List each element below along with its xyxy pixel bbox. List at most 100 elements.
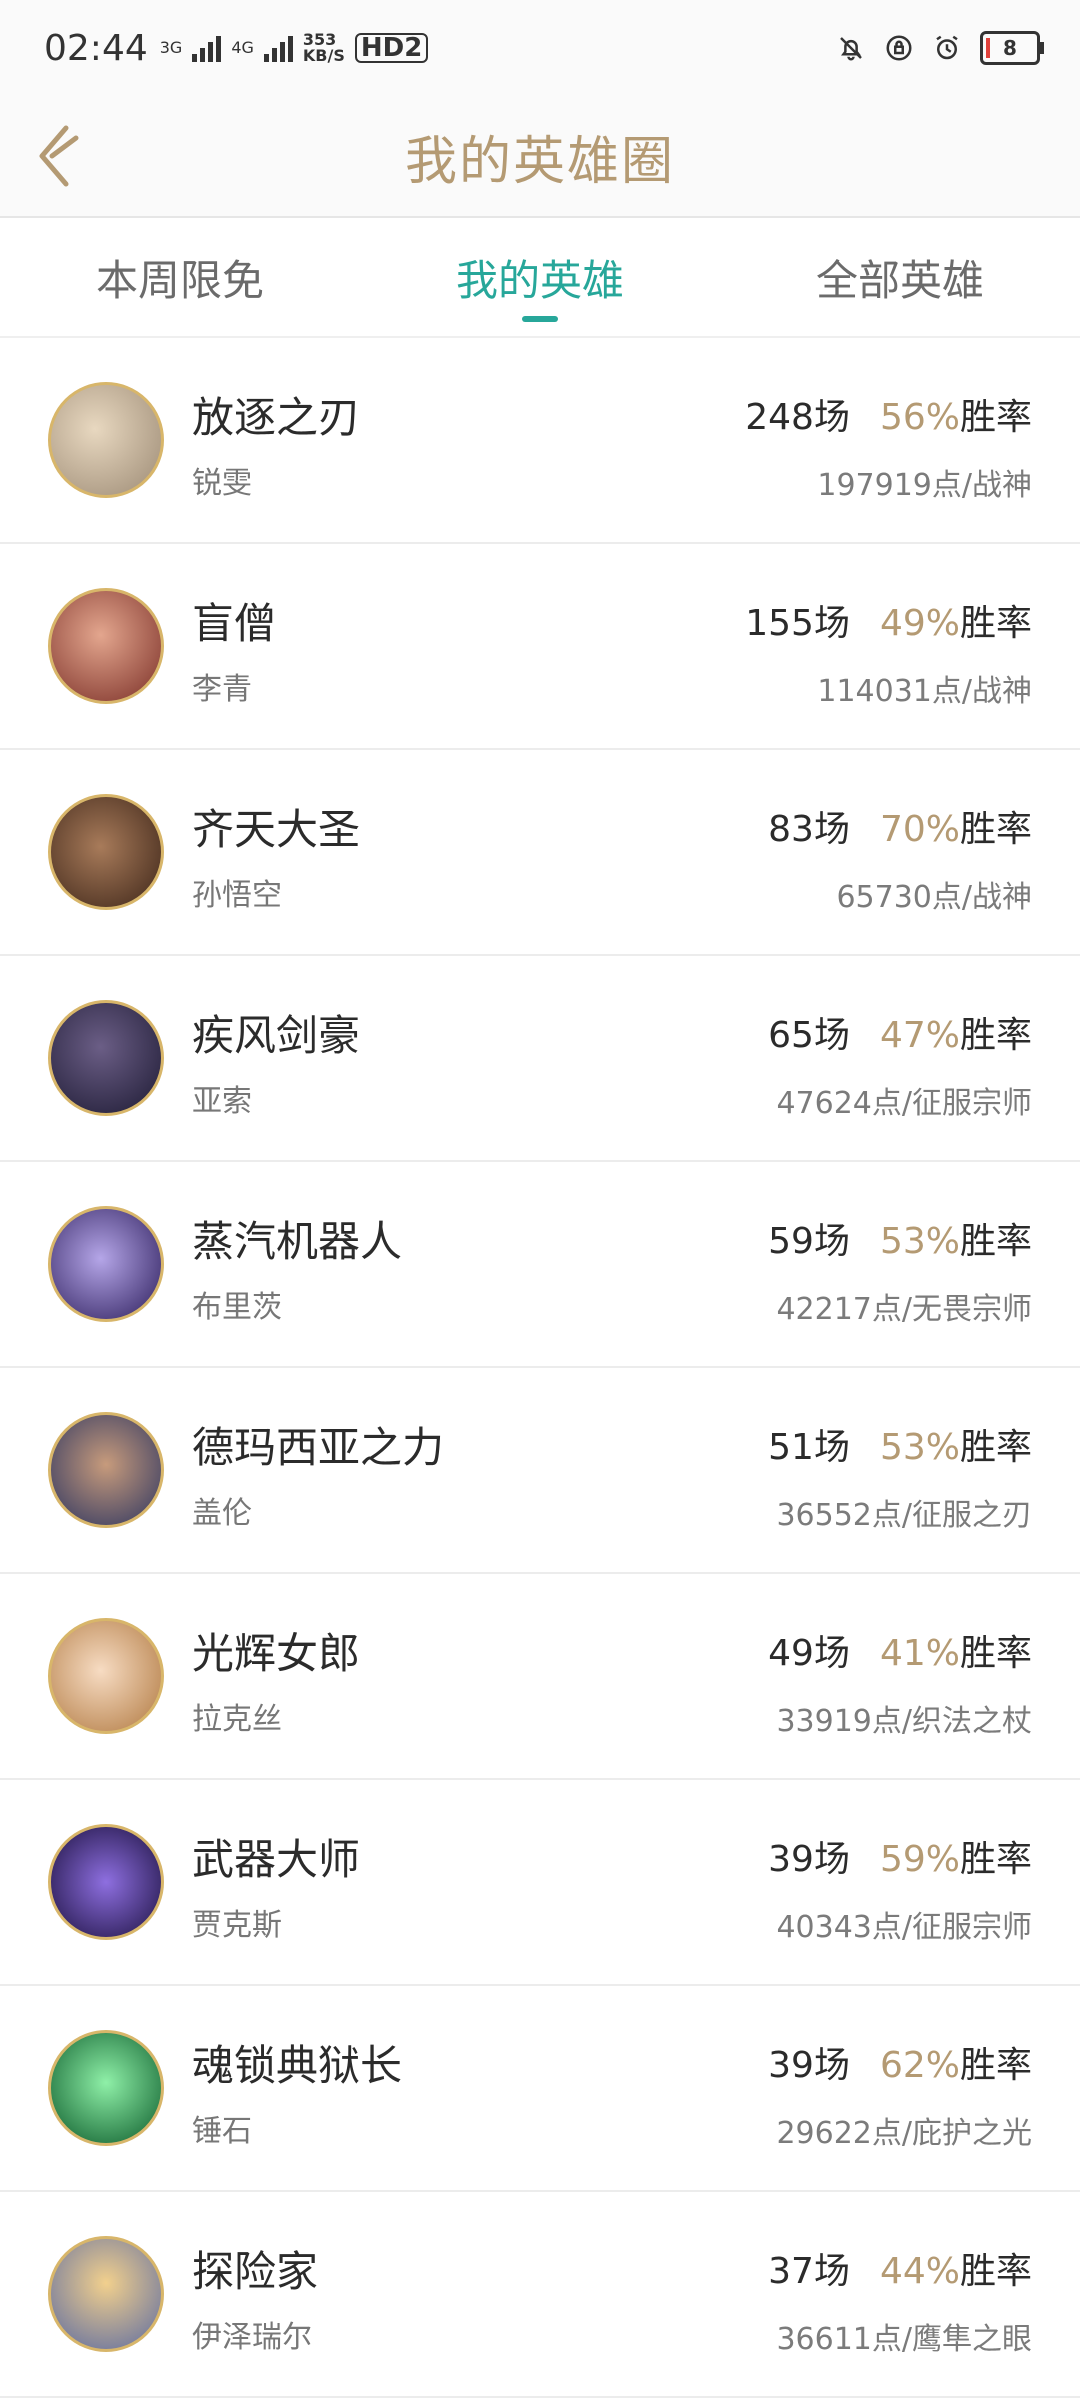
speed-unit: KB/S (302, 46, 345, 65)
games-played: 83场 (768, 809, 850, 850)
win-rate-label: 胜率 (959, 1839, 1032, 1880)
list-item[interactable]: 德玛西亚之力 盖伦 51场 53%胜率 36552点/征服之刃 (0, 1368, 1080, 1574)
signal-icon-2 (263, 34, 293, 62)
win-rate: 47% (879, 1015, 960, 1056)
hero-score: 36611点/鹰隼之眼 (776, 2322, 1032, 2357)
network-speed: 353 KB/S (303, 32, 345, 64)
win-rate-label: 胜率 (959, 2251, 1032, 2292)
games-played: 248场 (745, 397, 850, 438)
hero-name: 布里茨 (192, 1290, 282, 1325)
alarm-icon (936, 35, 958, 60)
status-bar: 02:44 3G 4G 353 KB/S HD2 8 (0, 0, 1080, 96)
hero-title: 齐天大圣 (192, 805, 361, 854)
hero-avatar (48, 1412, 164, 1528)
win-rate-label: 胜率 (959, 1427, 1032, 1468)
tab-free-this-week[interactable]: 本周限免 (0, 218, 360, 336)
win-rate: 44% (879, 2251, 960, 2292)
list-item[interactable]: 盲僧 李青 155场 49%胜率 114031点/战神 (0, 544, 1080, 750)
hero-score: 197919点/战神 (817, 468, 1032, 503)
games-played: 155场 (745, 603, 850, 644)
hero-avatar (48, 588, 164, 704)
list-item[interactable]: 齐天大圣 孙悟空 83场 70%胜率 65730点/战神 (0, 750, 1080, 956)
win-rate: 59% (879, 1839, 960, 1880)
battery-icon: 8 (980, 31, 1044, 65)
hero-title: 盲僧 (192, 599, 277, 648)
hero-title: 武器大师 (192, 1835, 361, 1884)
hero-list: 放逐之刃 锐雯 248场 56%胜率 197919点/战神 盲僧 李青 155场… (0, 338, 1080, 2398)
hero-stats: 49场 41%胜率 (768, 1624, 1032, 1676)
hero-avatar (48, 1000, 164, 1116)
win-rate-label: 胜率 (959, 603, 1032, 644)
hero-name: 李青 (192, 672, 252, 707)
list-item[interactable]: 武器大师 贾克斯 39场 59%胜率 40343点/征服宗师 (0, 1780, 1080, 1986)
hero-score: 36552点/征服之刃 (776, 1498, 1032, 1533)
win-rate: 49% (879, 603, 960, 644)
hero-title: 疾风剑豪 (192, 1011, 361, 1060)
hero-name: 贾克斯 (192, 1908, 282, 1943)
hero-avatar (48, 2236, 164, 2352)
network-type-2: 4G (231, 38, 254, 57)
hero-title: 德玛西亚之力 (192, 1423, 445, 1472)
tab-my-heroes[interactable]: 我的英雄 (360, 218, 720, 336)
hero-stats: 83场 70%胜率 (768, 800, 1032, 852)
status-time: 02:44 (44, 27, 148, 69)
bell-mute-icon (840, 37, 862, 61)
hero-avatar (48, 794, 164, 910)
network-type-1: 3G (159, 38, 183, 57)
tab-all-heroes[interactable]: 全部英雄 (720, 218, 1080, 336)
games-played: 49场 (768, 1633, 850, 1674)
hero-stats: 248场 56%胜率 (745, 388, 1032, 440)
title-bar: 我的英雄圈 (0, 96, 1080, 218)
hero-title: 魂锁典狱长 (192, 2041, 403, 2090)
list-item[interactable]: 探险家 伊泽瑞尔 37场 44%胜率 36611点/鹰隼之眼 (0, 2192, 1080, 2398)
games-played: 51场 (768, 1427, 850, 1468)
hero-avatar (48, 2030, 164, 2146)
hero-name: 盖伦 (192, 1496, 252, 1531)
hero-score: 65730点/战神 (836, 880, 1032, 915)
network-indicators: 3G 4G 353 KB/S HD2 (160, 32, 429, 64)
tab-label: 我的英雄 (455, 255, 624, 305)
hero-name: 伊泽瑞尔 (192, 2320, 312, 2355)
tab-label: 本周限免 (95, 255, 264, 305)
games-played: 59场 (768, 1221, 850, 1262)
games-played: 37场 (768, 2251, 850, 2292)
hero-score: 114031点/战神 (817, 674, 1032, 709)
games-played: 39场 (768, 1839, 850, 1880)
list-item[interactable]: 疾风剑豪 亚索 65场 47%胜率 47624点/征服宗师 (0, 956, 1080, 1162)
hero-score: 33919点/织法之杖 (776, 1704, 1032, 1739)
win-rate: 53% (879, 1427, 960, 1468)
hero-avatar (48, 1206, 164, 1322)
hero-name: 孙悟空 (192, 878, 282, 913)
hero-stats: 39场 62%胜率 (768, 2036, 1032, 2088)
hero-score: 42217点/无畏宗师 (776, 1292, 1032, 1327)
hero-score: 40343点/征服宗师 (776, 1910, 1032, 1945)
hero-title: 光辉女郎 (192, 1629, 361, 1678)
hero-title: 蒸汽机器人 (192, 1217, 403, 1266)
list-item[interactable]: 光辉女郎 拉克丝 49场 41%胜率 33919点/织法之杖 (0, 1574, 1080, 1780)
hero-stats: 65场 47%胜率 (768, 1006, 1032, 1058)
hero-stats: 51场 53%胜率 (768, 1418, 1032, 1470)
games-played: 39场 (768, 2045, 850, 2086)
win-rate: 56% (879, 397, 960, 438)
status-icons: 8 (836, 31, 1044, 65)
hero-stats: 39场 59%胜率 (768, 1830, 1032, 1882)
win-rate-label: 胜率 (959, 809, 1032, 850)
list-item[interactable]: 蒸汽机器人 布里茨 59场 53%胜率 42217点/无畏宗师 (0, 1162, 1080, 1368)
rotation-lock-icon (886, 35, 912, 61)
win-rate-label: 胜率 (959, 397, 1032, 438)
hero-avatar (48, 1618, 164, 1734)
hero-title: 放逐之刃 (192, 393, 361, 442)
hero-avatar (48, 382, 164, 498)
games-played: 65场 (768, 1015, 850, 1056)
chevron-left-icon[interactable] (30, 118, 100, 194)
signal-icon (192, 34, 222, 62)
hero-title: 探险家 (192, 2247, 319, 2296)
hero-name: 拉克丝 (192, 1702, 282, 1737)
hd-icon: HD2 (354, 33, 429, 63)
hero-stats: 155场 49%胜率 (745, 594, 1032, 646)
hero-score: 29622点/庇护之光 (776, 2116, 1032, 2151)
list-item[interactable]: 放逐之刃 锐雯 248场 56%胜率 197919点/战神 (0, 338, 1080, 544)
tab-label: 全部英雄 (815, 255, 984, 305)
list-item[interactable]: 魂锁典狱长 锤石 39场 62%胜率 29622点/庇护之光 (0, 1986, 1080, 2192)
win-rate-label: 胜率 (959, 1633, 1032, 1674)
